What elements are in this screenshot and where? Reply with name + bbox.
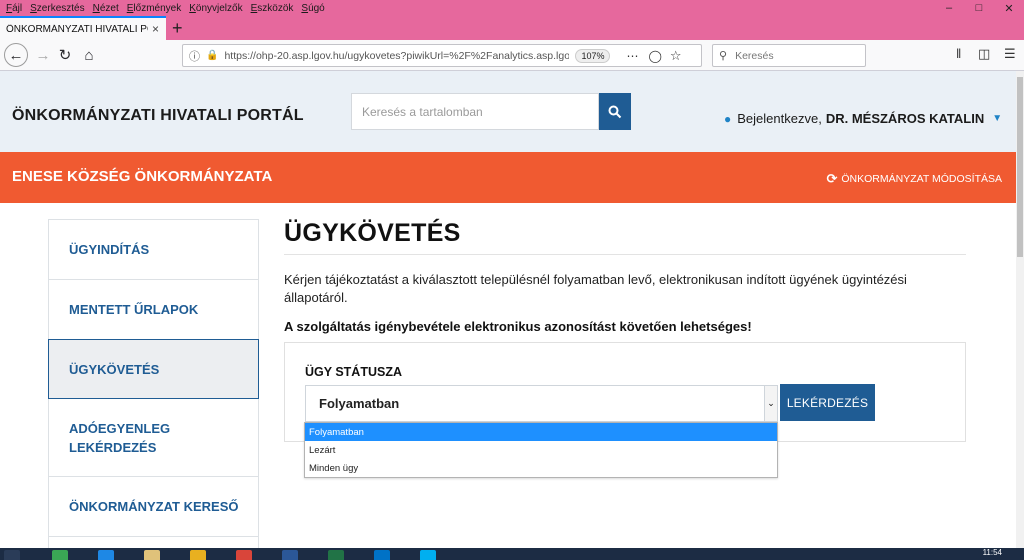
info-icon[interactable]: ⓘ	[189, 48, 200, 64]
status-option-folyamatban[interactable]: Folyamatban	[305, 423, 777, 441]
edge-icon[interactable]	[98, 550, 114, 560]
page-title: ÜGYKÖVETÉS	[284, 219, 966, 255]
main-content: ÜGYKÖVETÉS Kérjen tájékoztatást a kivála…	[284, 219, 966, 442]
portal-title[interactable]: ÖNKORMÁNYZATI HIVATALI PORTÁL	[12, 107, 304, 125]
close-window-button[interactable]: ✕	[994, 0, 1024, 16]
sidebar-item-ugyinditas[interactable]: ÜGYINDÍTÁS	[49, 220, 258, 280]
browser-tab[interactable]: ÖNKORMÁNYZATI HIVATALI PORT ×	[0, 16, 166, 40]
taskbar-app-icon[interactable]	[52, 550, 68, 560]
site-search-input[interactable]	[352, 94, 598, 129]
menu-edit[interactable]: Szerkesztés	[30, 3, 84, 14]
sidebar: ÜGYINDÍTÁS MENTETT ŰRLAPOK ÜGYKÖVETÉS AD…	[48, 219, 259, 560]
browser-menubar: Fájl Szerkesztés Nézet Előzmények Könyvj…	[0, 0, 1024, 16]
query-button[interactable]: LEKÉRDEZÉS	[780, 384, 875, 421]
new-tab-button[interactable]: +	[172, 18, 183, 38]
forward-arrow-icon[interactable]: →	[32, 44, 54, 66]
municipality-band: ENESE KÖZSÉG ÖNKORMÁNYZATA ⟳ ÖNKORMÁNYZA…	[0, 152, 1016, 203]
maximize-button[interactable]: □	[964, 0, 994, 16]
hamburger-menu-icon[interactable]: ☰	[1004, 46, 1016, 62]
menu-tools[interactable]: Eszközök	[251, 3, 294, 14]
site-search-button[interactable]	[599, 93, 631, 130]
status-select-value: Folyamatban	[319, 396, 400, 411]
site-header: ÖNKORMÁNYZATI HIVATALI PORTÁL ● Bejelent…	[0, 71, 1016, 152]
sidebar-item-onkormanyzat-kereso[interactable]: ÖNKORMÁNYZAT KERESŐ	[49, 477, 258, 537]
minimize-button[interactable]: –	[934, 0, 964, 16]
menu-file[interactable]: Fájl	[6, 3, 22, 14]
user-icon: ●	[724, 111, 732, 126]
menu-help[interactable]: Súgó	[301, 3, 324, 14]
chevron-down-icon[interactable]: ⌄	[764, 386, 777, 421]
skype-icon[interactable]	[420, 550, 436, 560]
home-icon[interactable]: ⌂	[78, 44, 100, 66]
window-controls: – □ ✕	[934, 0, 1024, 16]
more-actions-icon[interactable]: ⋯	[626, 49, 638, 63]
bookmark-star-icon[interactable]: ☆	[670, 48, 682, 64]
windows-taskbar: 11:54	[0, 548, 1024, 560]
intro-text: Kérjen tájékoztatást a kiválasztott tele…	[284, 272, 907, 305]
scrollbar-thumb[interactable]	[1017, 77, 1023, 257]
url-bar[interactable]: ⓘ 🔒 https://ohp-20.asp.lgov.hu/ugykovete…	[182, 44, 702, 67]
sidebar-item-adoegyenleg[interactable]: ADÓEGYENLEG LEKÉRDEZÉS	[49, 399, 258, 477]
change-municipality-label: ÖNKORMÁNYZAT MÓDOSÍTÁSA	[841, 173, 1002, 185]
status-select[interactable]: Folyamatban ⌄	[305, 385, 778, 422]
sidebar-item-mentett-urlapok[interactable]: MENTETT ŰRLAPOK	[49, 280, 258, 340]
status-option-lezart[interactable]: Lezárt	[305, 441, 777, 459]
sidebar-item-ugykovetes[interactable]: ÜGYKÖVETÉS	[48, 339, 259, 399]
tab-close-icon[interactable]: ×	[152, 22, 159, 36]
browser-search-placeholder: Keresés	[735, 49, 774, 62]
url-text[interactable]: https://ohp-20.asp.lgov.hu/ugykovetes?pi…	[224, 50, 569, 62]
library-icon[interactable]: ‖	[956, 46, 961, 61]
sidebar-item-adoegyenleg-label: ADÓEGYENLEG LEKÉRDEZÉS	[69, 420, 171, 455]
back-arrow-icon[interactable]: ←	[4, 43, 28, 67]
browser-navbar: ← → ↻ ⌂ ⓘ 🔒 https://ohp-20.asp.lgov.hu/u…	[0, 40, 1024, 71]
folder-icon[interactable]	[144, 550, 160, 560]
menu-view[interactable]: Nézet	[93, 3, 119, 14]
refresh-icon: ⟳	[826, 171, 838, 186]
login-prefix: Bejelentkezve,	[737, 111, 822, 126]
browser-search-bar[interactable]: ⚲ Keresés	[712, 44, 866, 67]
firefox-icon[interactable]	[236, 550, 252, 560]
auth-notice: A szolgáltatás igénybevétele elektroniku…	[284, 319, 752, 334]
excel-icon[interactable]	[328, 550, 344, 560]
zoom-level[interactable]: 107%	[575, 48, 611, 63]
status-option-minden-ugy[interactable]: Minden ügy	[305, 459, 777, 477]
change-municipality-link[interactable]: ⟳ ÖNKORMÁNYZAT MÓDOSÍTÁSA	[826, 171, 1002, 187]
menu-bookmarks[interactable]: Könyvjelzők	[189, 3, 242, 14]
search-icon: ⚲	[719, 50, 728, 62]
status-label: ÜGY STÁTUSZA	[305, 365, 402, 379]
word-icon[interactable]	[282, 550, 298, 560]
start-icon[interactable]	[4, 550, 20, 560]
sidebar-icon[interactable]: ◫	[978, 46, 990, 62]
menu-history[interactable]: Előzmények	[127, 3, 181, 14]
municipality-name: ENESE KÖZSÉG ÖNKORMÁNYZATA	[12, 168, 273, 185]
page-scrollbar[interactable]	[1016, 71, 1024, 548]
site-search	[351, 93, 599, 130]
reload-icon[interactable]: ↻	[54, 44, 76, 66]
outlook-icon[interactable]	[374, 550, 390, 560]
status-dropdown-list: Folyamatban Lezárt Minden ügy	[304, 422, 778, 478]
tab-title: ÖNKORMÁNYZATI HIVATALI PORT	[6, 23, 148, 35]
login-info[interactable]: ● Bejelentkezve, DR. MÉSZÁROS KATALIN ▼	[724, 111, 1002, 126]
search-icon	[608, 105, 622, 118]
taskbar-clock[interactable]: 11:54	[983, 548, 1002, 557]
caret-down-icon[interactable]: ▼	[992, 113, 1002, 124]
pocket-icon[interactable]: ◯	[648, 49, 661, 63]
lock-icon: 🔒	[206, 50, 219, 61]
chrome-icon[interactable]	[190, 550, 206, 560]
login-name: DR. MÉSZÁROS KATALIN	[825, 111, 985, 126]
tab-strip: ÖNKORMÁNYZATI HIVATALI PORT × +	[0, 16, 1024, 40]
